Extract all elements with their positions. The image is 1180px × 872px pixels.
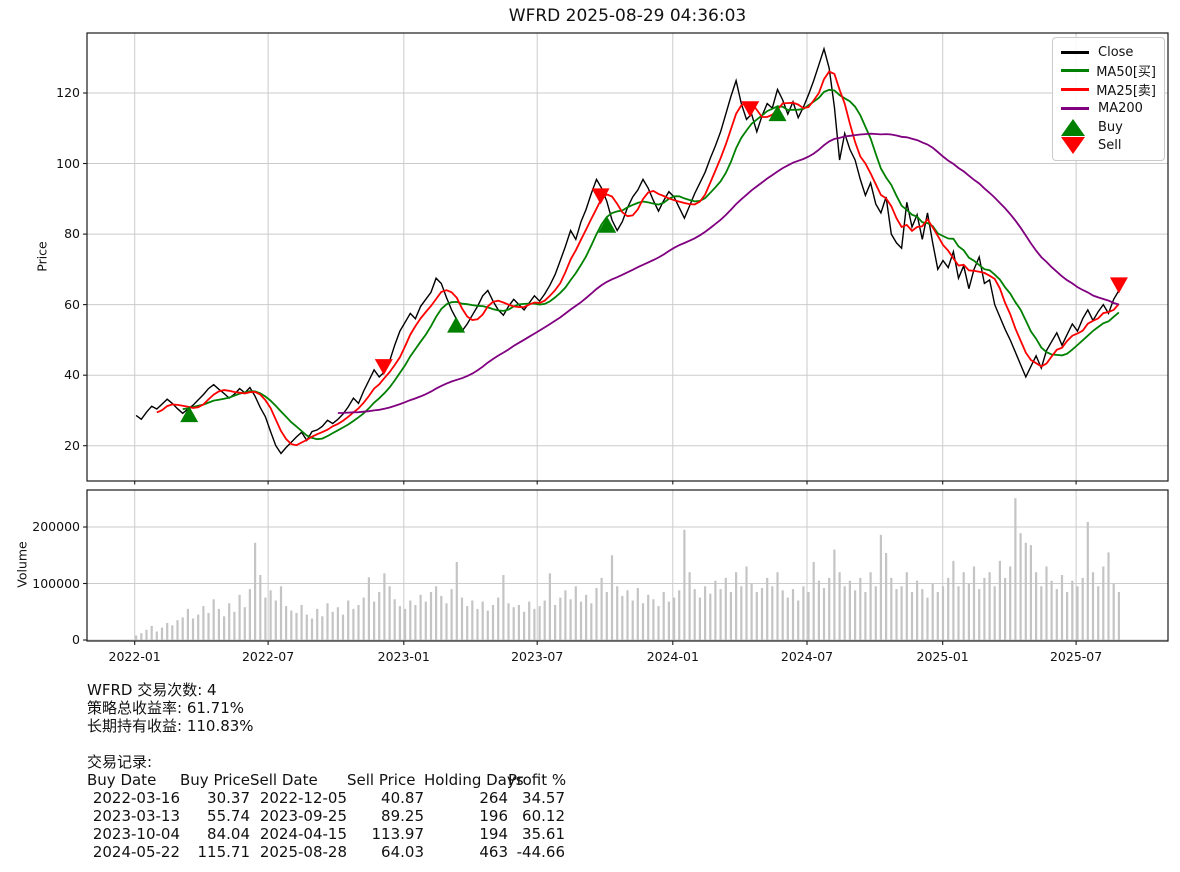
stat-buy-hold-return: 长期持有收益: 110.83% bbox=[87, 717, 254, 735]
table-cell: 2022-12-05 bbox=[250, 789, 347, 807]
table-row: 2023-10-0484.042024-04-15113.9719435.61 bbox=[87, 825, 565, 843]
table-cell: 40.87 bbox=[347, 789, 424, 807]
table-cell: 60.12 bbox=[508, 807, 565, 825]
price-tick-label: 80 bbox=[28, 226, 80, 242]
volume-tick-label: 100000 bbox=[16, 576, 80, 592]
x-tick-label: 2023-01 bbox=[369, 649, 439, 665]
table-cell: 2022-03-16 bbox=[87, 789, 180, 807]
x-tick-label: 2025-01 bbox=[908, 649, 978, 665]
volume-tick-label: 200000 bbox=[16, 519, 80, 535]
legend-label: Close bbox=[1098, 45, 1133, 60]
table-cell: 2023-10-04 bbox=[87, 825, 180, 843]
price-tick-label: 100 bbox=[28, 156, 80, 172]
legend-item-ma50-: MA50[买] bbox=[1061, 62, 1156, 80]
chart-title: WFRD 2025-08-29 04:36:03 bbox=[87, 6, 1168, 26]
legend-label: MA50[买] bbox=[1096, 61, 1156, 80]
column-header: Sell Date bbox=[250, 771, 347, 789]
price-tick-label: 40 bbox=[28, 367, 80, 383]
table-row: 2023-03-1355.742023-09-2589.2519660.12 bbox=[87, 807, 565, 825]
column-header: Profit % bbox=[508, 771, 565, 789]
trade-table-rows: Buy DateBuy PriceSell DateSell PriceHold… bbox=[87, 771, 565, 861]
table-cell: 196 bbox=[424, 807, 508, 825]
table-cell: 55.74 bbox=[180, 807, 250, 825]
x-tick-label: 2023-07 bbox=[502, 649, 572, 665]
legend-item-ma200: MA200 bbox=[1061, 99, 1156, 117]
column-header: Buy Date bbox=[87, 771, 180, 789]
legend-label: Sell bbox=[1098, 138, 1121, 153]
legend-label: Buy bbox=[1098, 120, 1123, 135]
strategy-stats: WFRD 交易次数: 4 策略总收益率: 61.71% 长期持有收益: 110.… bbox=[87, 681, 254, 735]
table-cell: 194 bbox=[424, 825, 508, 843]
table-cell: 2024-05-22 bbox=[87, 843, 180, 861]
ma50-line bbox=[183, 90, 1119, 439]
table-cell: 84.04 bbox=[180, 825, 250, 843]
volume-axis-label: Volume bbox=[15, 525, 30, 605]
legend-item-ma25-: MA25[卖] bbox=[1061, 81, 1156, 99]
price-panel-spine bbox=[87, 33, 1168, 481]
table-cell: 35.61 bbox=[508, 825, 565, 843]
price-tick-label: 20 bbox=[28, 438, 80, 454]
x-tick-label: 2022-01 bbox=[100, 649, 170, 665]
legend-label: MA200 bbox=[1098, 101, 1143, 116]
chart-plot-area bbox=[0, 0, 1180, 872]
table-cell: 2023-09-25 bbox=[250, 807, 347, 825]
x-tick-label: 2025-07 bbox=[1041, 649, 1111, 665]
table-cell: 64.03 bbox=[347, 843, 424, 861]
buy-markers bbox=[180, 105, 786, 422]
sell-markers bbox=[375, 101, 1128, 375]
legend-item-close: Close bbox=[1061, 43, 1156, 61]
price-tick-label: 60 bbox=[28, 297, 80, 313]
ma25-line bbox=[157, 72, 1119, 446]
volume-tick-label: 0 bbox=[16, 632, 80, 648]
column-header: Buy Price bbox=[180, 771, 250, 789]
tick-marks bbox=[83, 93, 1076, 645]
volume-bars bbox=[135, 498, 1120, 640]
figure-canvas: WFRD 2025-08-29 04:36:03 Price Volume Cl… bbox=[0, 0, 1180, 872]
legend-item-sell: Sell bbox=[1061, 137, 1156, 155]
table-cell: 34.57 bbox=[508, 789, 565, 807]
stat-trade-count: WFRD 交易次数: 4 bbox=[87, 681, 254, 699]
legend-line-swatch bbox=[1061, 69, 1089, 72]
trade-record-table: 交易记录: Buy DateBuy PriceSell DateSell Pri… bbox=[87, 753, 565, 861]
table-cell: 89.25 bbox=[347, 807, 424, 825]
table-row: 2024-05-22115.712025-08-2864.03463-44.66 bbox=[87, 843, 565, 861]
grid-lines bbox=[87, 33, 1168, 641]
table-cell: -44.66 bbox=[508, 843, 565, 861]
ma200-line bbox=[338, 134, 1119, 413]
x-tick-label: 2024-07 bbox=[772, 649, 842, 665]
buy-triangle-icon bbox=[1061, 119, 1085, 136]
sell-marker bbox=[1110, 277, 1128, 293]
legend-line-swatch bbox=[1061, 107, 1089, 110]
legend-line-swatch bbox=[1061, 51, 1089, 54]
sell-triangle-icon bbox=[1061, 137, 1085, 154]
table-cell: 2023-03-13 bbox=[87, 807, 180, 825]
table-cell: 463 bbox=[424, 843, 508, 861]
price-tick-label: 120 bbox=[28, 85, 80, 101]
table-cell: 115.71 bbox=[180, 843, 250, 861]
table-cell: 113.97 bbox=[347, 825, 424, 843]
legend-item-buy: Buy bbox=[1061, 118, 1156, 136]
stat-strategy-return: 策略总收益率: 61.71% bbox=[87, 699, 254, 717]
buy-marker bbox=[447, 317, 465, 333]
table-cell: 2024-04-15 bbox=[250, 825, 347, 843]
x-tick-label: 2024-01 bbox=[638, 649, 708, 665]
trade-table-title: 交易记录: bbox=[87, 753, 565, 771]
table-cell: 2025-08-28 bbox=[250, 843, 347, 861]
legend-box: CloseMA50[买]MA25[卖] MA200 Buy Sell bbox=[1052, 37, 1165, 161]
table-row: 2022-03-1630.372022-12-0540.8726434.57 bbox=[87, 789, 565, 807]
legend-label: MA25[卖] bbox=[1096, 80, 1156, 99]
trade-table-header: Buy DateBuy PriceSell DateSell PriceHold… bbox=[87, 771, 565, 789]
table-cell: 264 bbox=[424, 789, 508, 807]
close-line bbox=[136, 49, 1119, 454]
table-cell: 30.37 bbox=[180, 789, 250, 807]
column-header: Holding Days bbox=[424, 771, 508, 789]
legend-line-swatch bbox=[1061, 88, 1089, 91]
column-header: Sell Price bbox=[347, 771, 424, 789]
x-tick-label: 2022-07 bbox=[233, 649, 303, 665]
